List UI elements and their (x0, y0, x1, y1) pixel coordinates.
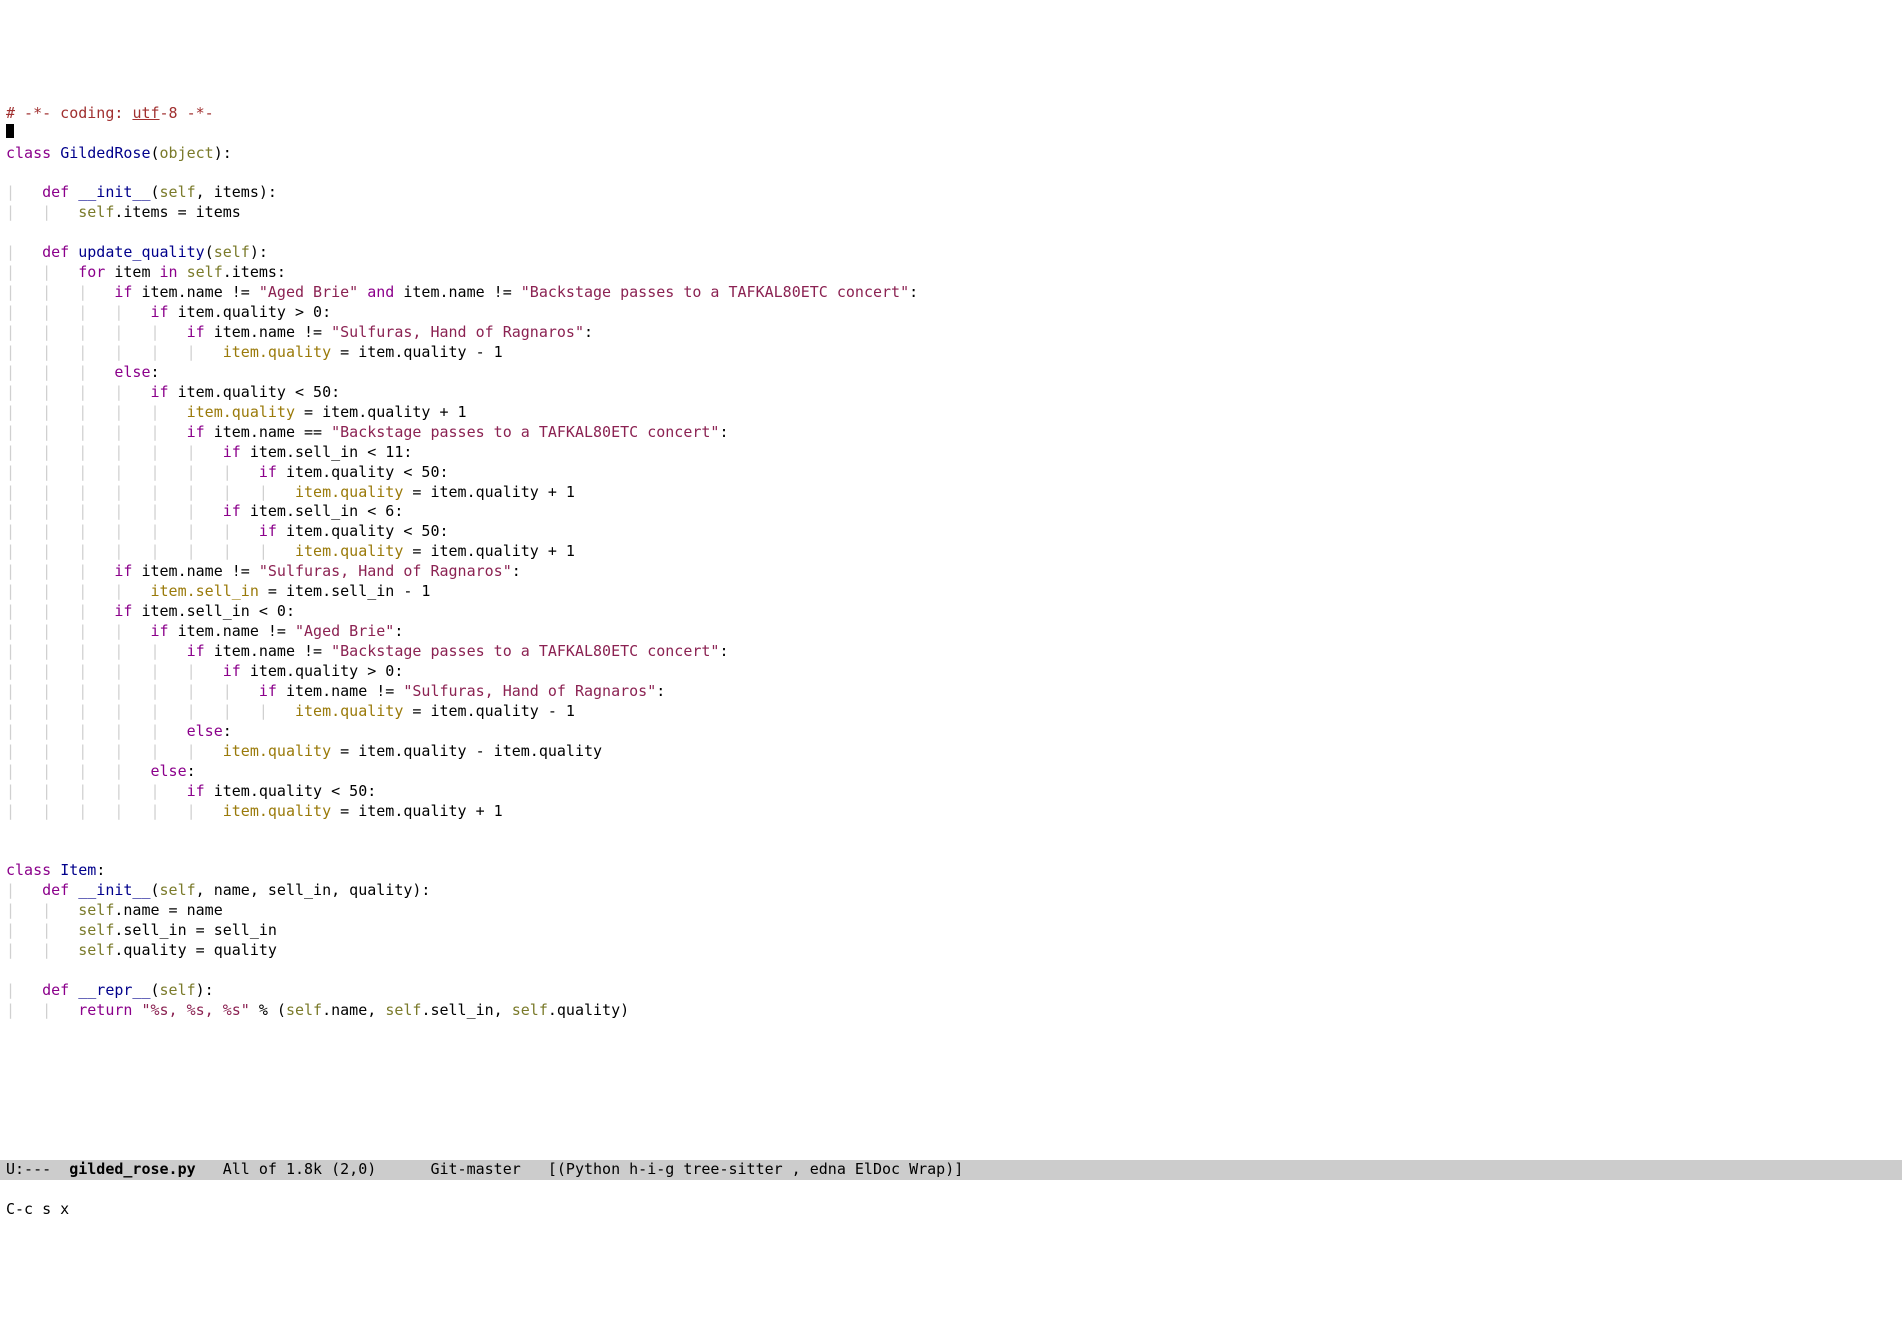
self-ref: self (187, 263, 223, 281)
keyword-if: if (223, 662, 241, 680)
method-update-quality: update_quality (78, 243, 204, 261)
minibuffer[interactable]: C-c s x (0, 1200, 1902, 1220)
keyword-if: if (223, 502, 241, 520)
keyword-and: and (367, 283, 394, 301)
self-ref: self (512, 1001, 548, 1019)
keyword-if: if (114, 602, 132, 620)
modeline-status: U:--- (6, 1160, 69, 1178)
string-format: "%s, %s, %s" (141, 1001, 249, 1019)
keyword-def: def (42, 881, 69, 899)
keyword-for: for (78, 263, 105, 281)
assign-target: item.quality (295, 483, 403, 501)
string-sulfuras: "Sulfuras, Hand of Ragnaros" (403, 682, 656, 700)
self-param: self (214, 243, 250, 261)
keyword-if: if (151, 383, 169, 401)
keyword-if: if (151, 622, 169, 640)
assign-target: item.quality (187, 403, 295, 421)
code-editor[interactable]: # -*- coding: utf-8 -*- class GildedRose… (0, 80, 1902, 1141)
modeline-info: All of 1.8k (2,0) Git-master [(Python h-… (196, 1160, 964, 1178)
self-param: self (160, 881, 196, 899)
builtin-object: object (160, 144, 214, 162)
keyword-class: class (6, 144, 51, 162)
string-sulfuras: "Sulfuras, Hand of Ragnaros" (331, 323, 584, 341)
self-ref: self (78, 921, 114, 939)
keyword-def: def (42, 243, 69, 261)
keyword-if: if (114, 283, 132, 301)
keyword-if: if (151, 303, 169, 321)
comment-line: # -*- coding: utf-8 -*- (6, 104, 214, 122)
string-backstage: "Backstage passes to a TAFKAL80ETC conce… (331, 642, 719, 660)
keyword-if: if (259, 682, 277, 700)
string-backstage: "Backstage passes to a TAFKAL80ETC conce… (331, 423, 719, 441)
modeline-filename: gilded_rose.py (69, 1160, 195, 1178)
self-ref: self (78, 901, 114, 919)
self-param: self (160, 183, 196, 201)
string-aged-brie: "Aged Brie" (295, 622, 394, 640)
method-init: __init__ (78, 183, 150, 201)
keyword-def: def (42, 183, 69, 201)
minibuffer-text: C-c s x (6, 1200, 69, 1218)
keyword-if: if (187, 323, 205, 341)
keyword-if: if (223, 443, 241, 461)
keyword-def: def (42, 981, 69, 999)
keyword-if: if (259, 522, 277, 540)
keyword-if: if (114, 562, 132, 580)
keyword-if: if (259, 463, 277, 481)
keyword-else: else (151, 762, 187, 780)
self-ref: self (385, 1001, 421, 1019)
keyword-else: else (187, 722, 223, 740)
assign-target: item.quality (223, 802, 331, 820)
string-backstage: "Backstage passes to a TAFKAL80ETC conce… (521, 283, 909, 301)
keyword-else: else (114, 363, 150, 381)
class-name-item: Item (60, 861, 96, 879)
assign-target: item.quality (295, 542, 403, 560)
assign-target: item.quality (295, 702, 403, 720)
keyword-return: return (78, 1001, 132, 1019)
self-ref: self (286, 1001, 322, 1019)
keyword-if: if (187, 782, 205, 800)
cursor (6, 124, 14, 138)
method-init: __init__ (78, 881, 150, 899)
assign-target: item.quality (223, 343, 331, 361)
keyword-if: if (187, 642, 205, 660)
assign-target: item.sell_in (151, 582, 259, 600)
string-sulfuras: "Sulfuras, Hand of Ragnaros" (259, 562, 512, 580)
keyword-class: class (6, 861, 51, 879)
self-ref: self (78, 941, 114, 959)
assign-target: item.quality (223, 742, 331, 760)
modeline: U:--- gilded_rose.py All of 1.8k (2,0) G… (0, 1160, 1902, 1180)
keyword-in: in (160, 263, 178, 281)
string-aged-brie: "Aged Brie" (259, 283, 358, 301)
keyword-if: if (187, 423, 205, 441)
class-name: GildedRose (60, 144, 150, 162)
self-param: self (160, 981, 196, 999)
self-ref: self (78, 203, 114, 221)
method-repr: __repr__ (78, 981, 150, 999)
